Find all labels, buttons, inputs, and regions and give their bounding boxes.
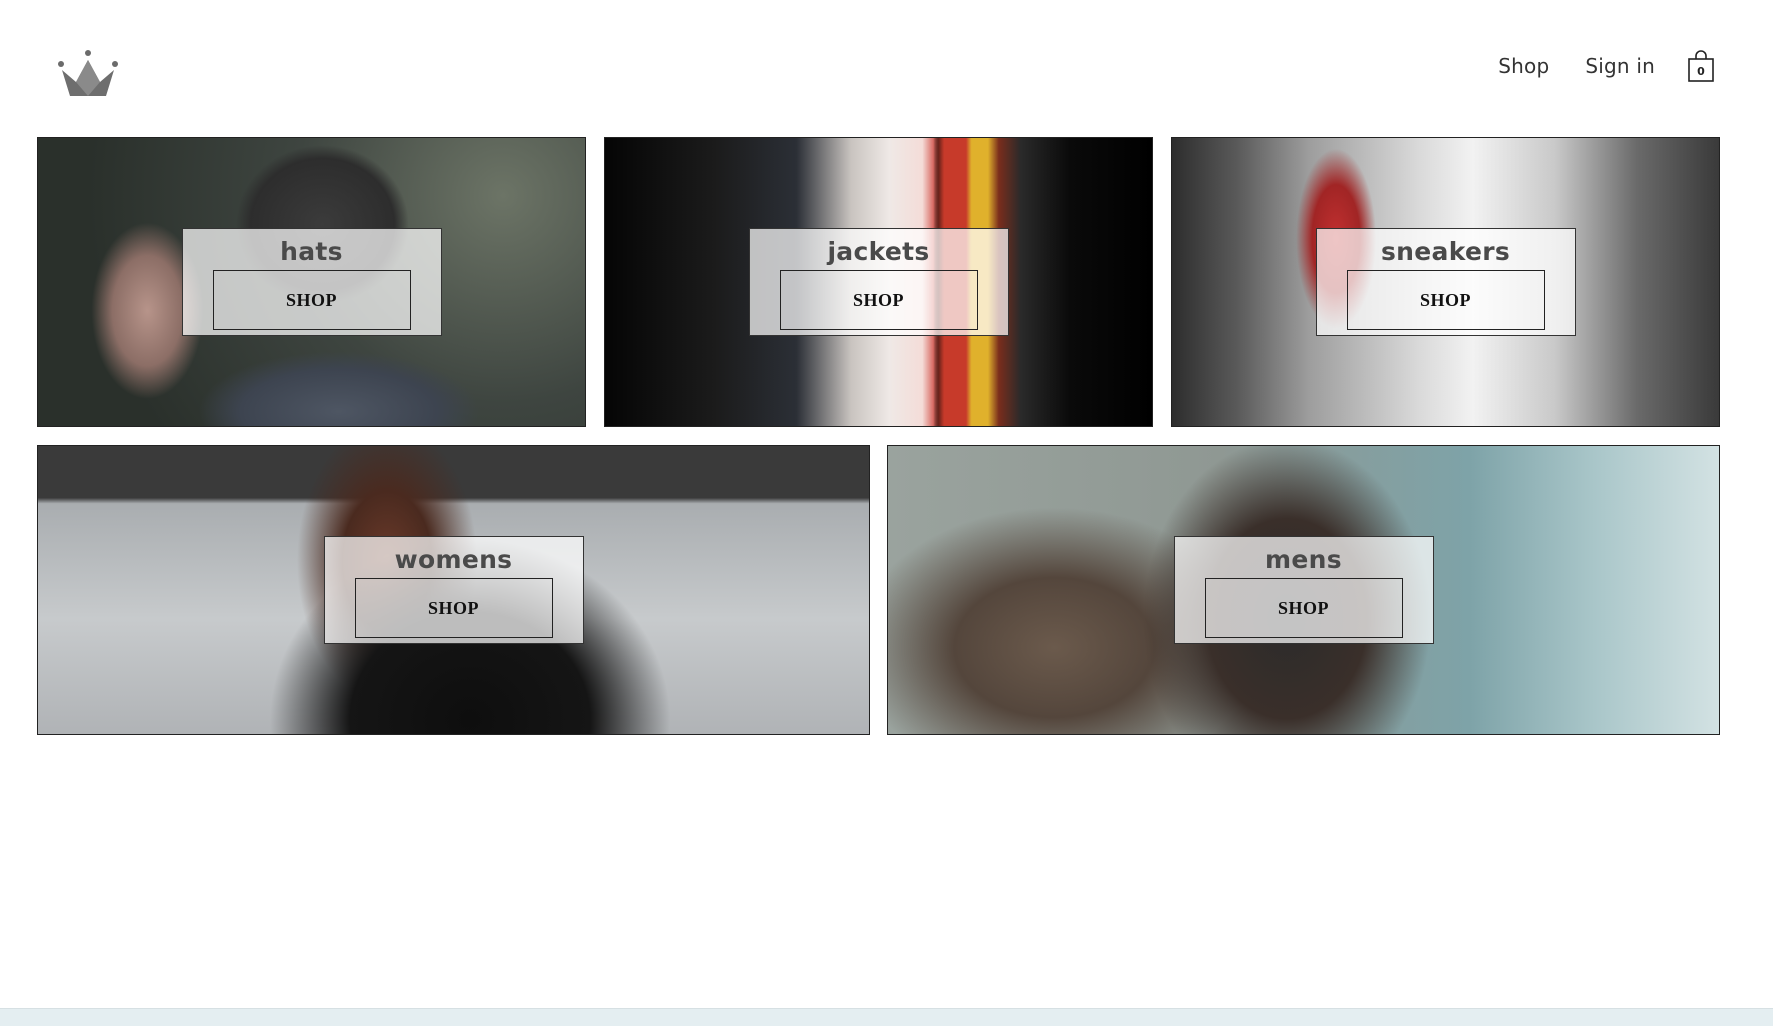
collection-title: sneakers — [1380, 237, 1511, 266]
shop-button[interactable]: SHOP — [212, 270, 411, 330]
collection-title: mens — [1265, 545, 1342, 574]
collection-overlay: hats SHOP — [181, 228, 442, 336]
collection-tile-sneakers[interactable]: sneakers SHOP — [1171, 137, 1720, 427]
collection-title: womens — [394, 545, 513, 574]
collection-tile-hats[interactable]: hats SHOP — [37, 137, 586, 427]
collection-tile-jackets[interactable]: jackets SHOP — [604, 137, 1153, 427]
collection-title: jackets — [827, 237, 930, 266]
nav-link-shop[interactable]: Shop — [1498, 54, 1549, 78]
crown-logo-icon[interactable] — [56, 48, 120, 102]
shop-button[interactable]: SHOP — [354, 578, 553, 638]
collection-overlay: jackets SHOP — [748, 228, 1009, 336]
collection-overlay: mens SHOP — [1173, 536, 1434, 644]
collection-tile-womens[interactable]: womens SHOP — [37, 445, 870, 735]
collection-overlay: sneakers SHOP — [1315, 228, 1576, 336]
shop-button[interactable]: SHOP — [1346, 270, 1545, 330]
nav: Shop Sign in 0 — [1498, 46, 1715, 86]
collection-tile-mens[interactable]: mens SHOP — [887, 445, 1720, 735]
shopping-bag-icon[interactable]: 0 — [1687, 49, 1715, 83]
shop-button[interactable]: SHOP — [1204, 578, 1403, 638]
cart-count: 0 — [1697, 65, 1705, 78]
shop-button[interactable]: SHOP — [779, 270, 978, 330]
bottom-bar — [0, 1008, 1773, 1026]
nav-link-sign-in[interactable]: Sign in — [1585, 54, 1655, 78]
collection-overlay: womens SHOP — [323, 536, 584, 644]
header: Shop Sign in 0 — [0, 0, 1773, 120]
collection-title: hats — [280, 237, 343, 266]
